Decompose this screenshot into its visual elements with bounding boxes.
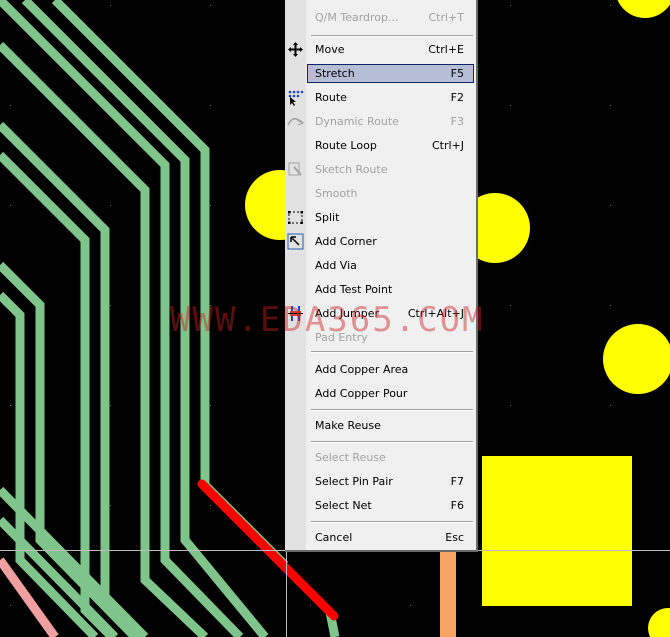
menu-item-label: Route Loop [315,139,377,152]
menu-item-select-net[interactable]: Select Net F6 [307,496,474,515]
grid-dot [510,305,511,306]
menu-item-shortcut: Ctrl+T [428,11,464,24]
menu-item-shortcut: F5 [450,67,464,80]
route-icon [287,89,304,106]
grid-dot [510,5,511,6]
menu-item-cancel[interactable]: Cancel Esc [307,528,474,547]
menu-item-smooth[interactable]: Smooth [307,184,474,203]
menu-item-label: Q/M Teardrop... [315,11,399,24]
menu-separator [311,409,473,411]
grid-dot [310,605,311,606]
menu-item-select-reuse[interactable]: Select Reuse [307,448,474,467]
grid-dot [210,105,211,106]
menu-item-sketch-route[interactable]: Sketch Route [307,160,474,179]
menu-separator [311,441,473,443]
grid-dot [110,505,111,506]
grid-dot [610,305,611,306]
menu-separator [311,351,473,353]
menu-item-shortcut: Ctrl+J [431,139,464,152]
grid-dot [110,5,111,6]
menu-separator [311,521,473,523]
grid-dot [110,305,111,306]
menu-item-label: Smooth [315,187,358,200]
menu-item-shortcut: F6 [450,499,464,512]
grid-dot [10,105,11,106]
orange-trace[interactable] [440,552,456,637]
menu-item-route[interactable]: Route F2 [307,88,474,107]
menu-item-add-test-point[interactable]: Add Test Point [307,280,474,299]
grid-dot [210,205,211,206]
menu-item-label: Add Jumper [315,307,379,320]
menu-item-shortcut: F3 [450,115,464,128]
add-jumper-icon [287,305,304,322]
menu-item-label: Cancel [315,531,353,544]
menu-item-label: Route [315,91,347,104]
menu-item-add-copper-pour[interactable]: Add Copper Pour [307,384,474,403]
menu-item-label: Sketch Route [315,163,388,176]
menu-item-label: Add Copper Area [315,363,409,376]
dynamic-route-icon [287,113,305,130]
menu-item-label: Move [315,43,345,56]
menu-item-label: Add Copper Pour [315,387,408,400]
menu-item-label: Select Reuse [315,451,386,464]
grid-dot [510,105,511,106]
grid-dot [210,305,211,306]
split-icon [287,209,304,226]
grid-dot [610,205,611,206]
move-icon [287,41,304,58]
menu-item-add-jumper[interactable]: Add Jumper Ctrl+Alt+J [307,304,474,323]
menu-item-label: Select Net [315,499,372,512]
menu-item-shortcut: F7 [450,475,464,488]
grid-dot [10,605,11,606]
menu-item-split[interactable]: Split [307,208,474,227]
menu-item-make-reuse[interactable]: Make Reuse [307,416,474,435]
menu-item-shortcut: Esc [445,531,464,544]
menu-item-route-loop[interactable]: Route Loop Ctrl+J [307,136,474,155]
menu-item-label: Pad Entry [315,331,368,344]
grid-dot [610,105,611,106]
menu-item-label: Stretch [315,67,355,80]
menu-item-label: Add Via [315,259,357,272]
menu-item-pad-entry[interactable]: Pad Entry [307,328,474,347]
menu-item-label: Make Reuse [315,419,381,432]
menu-item-shortcut: Ctrl+Alt+J [407,307,464,320]
grid-dot [10,205,11,206]
menu-item-label: Dynamic Route [315,115,399,128]
grid-dot [110,205,111,206]
menu-item-move[interactable]: Move Ctrl+E [307,40,474,59]
sketch-route-icon [287,161,304,178]
grid-dot [10,405,11,406]
menu-item-label: Select Pin Pair [315,475,393,488]
menu-separator [311,35,473,37]
menu-item-q-m-teardrop[interactable]: Q/M Teardrop... Ctrl+T [307,8,474,27]
menu-item-label: Split [315,211,340,224]
menu-item-shortcut: F2 [450,91,464,104]
round-pad[interactable] [603,324,670,394]
crosshair-vertical [286,552,287,637]
menu-item-label: Add Test Point [315,283,393,296]
grid-dot [610,405,611,406]
menu-item-shortcut: Ctrl+E [428,43,464,56]
menu-item-dynamic-route[interactable]: Dynamic Route F3 [307,112,474,131]
grid-dot [210,5,211,6]
grid-dot [410,605,411,606]
grid-dot [110,405,111,406]
menu-item-select-pin-pair[interactable]: Select Pin Pair F7 [307,472,474,491]
add-corner-icon [287,233,304,250]
grid-dot [610,5,611,6]
context-menu: Q/M Teardrop... Ctrl+T Move Ctrl+E Stretch F5… [285,0,478,552]
square-pad[interactable] [482,456,632,606]
grid-dot [510,405,511,406]
menu-item-add-copper-area[interactable]: Add Copper Area [307,360,474,379]
grid-dot [210,505,211,506]
grid-dot [210,405,211,406]
menu-item-label: Add Corner [315,235,377,248]
menu-item-add-via[interactable]: Add Via [307,256,474,275]
menu-item-stretch[interactable]: Stretch F5 [307,64,474,83]
menu-item-add-corner[interactable]: Add Corner [307,232,474,251]
menu-icon-strip [285,0,306,550]
